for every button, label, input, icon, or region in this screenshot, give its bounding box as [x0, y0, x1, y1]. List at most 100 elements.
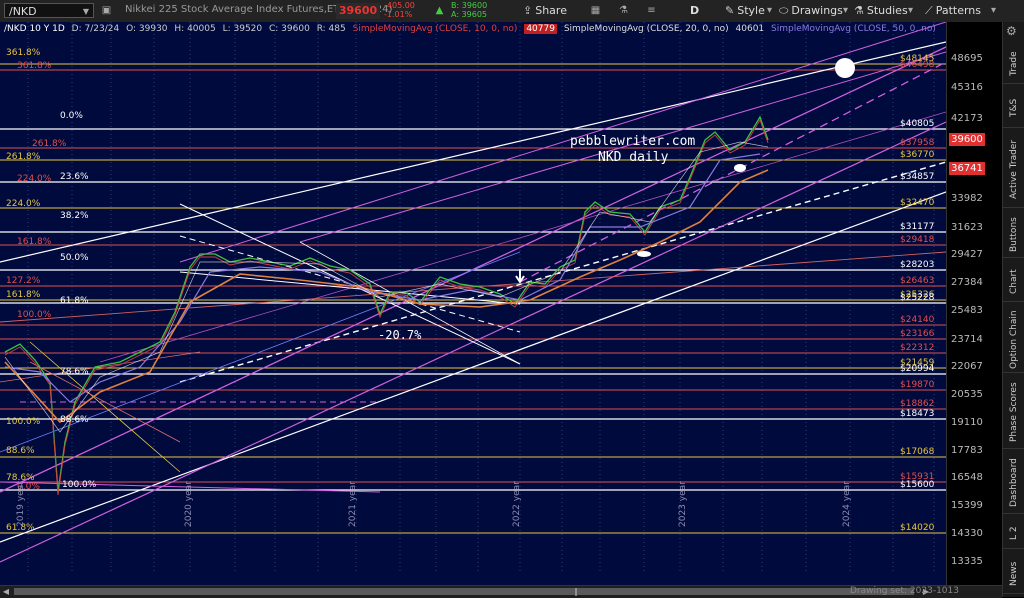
sidebar-tab-option-chain[interactable]: Option Chain — [1003, 307, 1024, 373]
price-tick-15399: 15399 — [951, 500, 983, 511]
style-label: Style — [737, 4, 765, 17]
trend-line — [179, 161, 946, 383]
drawing-set-label: Drawing set: 2023-1013 — [850, 586, 959, 596]
trend-line — [0, 251, 946, 323]
scroll-left-icon[interactable]: ◀ — [0, 586, 12, 597]
price-tick-13335: 13335 — [951, 556, 983, 567]
drawings-caret-icon[interactable]: ▾ — [838, 3, 853, 18]
price-tick-48695: 48695 — [951, 53, 983, 64]
price-tick-17783: 17783 — [951, 445, 983, 456]
chart-toolbar: /NKD ▼ ▣ Nikkei 225 Stock Average Index F… — [0, 0, 1024, 23]
last-price: 39600 — [336, 3, 380, 19]
chart-drawing — [0, 22, 946, 572]
marker-ellipse — [734, 164, 746, 172]
sidebar-tab-buttons[interactable]: Buttons — [1003, 212, 1024, 258]
share-icon: ⇪ — [523, 4, 533, 17]
level-label: $29418 — [900, 235, 935, 245]
sidebar-tab-t-s[interactable]: T&S — [1003, 88, 1024, 128]
sidebar-tab-l-2[interactable]: L 2 — [1003, 519, 1024, 549]
legend-close: C: 39600 — [269, 24, 310, 34]
level-label: $40805 — [900, 119, 935, 129]
level-label: $34857 — [900, 172, 935, 182]
legend-header: /NKD 10 Y 1D — [4, 24, 65, 34]
price-tick-25483: 25483 — [951, 305, 983, 316]
sidebar-tab-active-trader[interactable]: Active Trader — [1003, 132, 1024, 208]
fib-label: 23.6% — [60, 172, 89, 182]
patterns-icon: ⟋ — [925, 4, 933, 17]
price-chart[interactable]: $48145 $46498 $40805 $37958 $36770 $34857 $324… — [0, 22, 946, 585]
level-label: $15600 — [900, 480, 935, 490]
patterns-button[interactable]: ⟋ Patterns — [925, 3, 981, 19]
price-candles-down — [4, 118, 769, 496]
fib-label: 0.0% — [60, 111, 83, 121]
sma50-line — [4, 153, 761, 403]
year-label: 2024 year — [842, 481, 852, 527]
more-caret-icon[interactable]: ▾ — [986, 3, 1001, 18]
fib-label: 161.8% — [17, 237, 52, 247]
studies-caret-icon[interactable]: ▾ — [903, 3, 918, 18]
sidebar-tab-phase-scores[interactable]: Phase Scores — [1003, 377, 1024, 449]
fib-label: 361.8% — [6, 48, 41, 58]
legend-sma20: SimpleMovingAvg (CLOSE, 20, 0, no) — [563, 24, 729, 34]
trend-line — [179, 22, 946, 263]
trend-line — [519, 61, 946, 283]
study-legend: /NKD 10 Y 1D D: 7/23/24 O: 39930 H: 4000… — [4, 24, 940, 34]
drawings-button[interactable]: ⬭ Drawings — [779, 3, 843, 19]
grid-icon[interactable]: ▦ — [588, 3, 603, 18]
level-label: $32470 — [900, 198, 935, 208]
level-label: $23166 — [900, 329, 935, 339]
fib-label: 78.6% — [60, 367, 89, 377]
chevron-down-icon: ▼ — [82, 7, 89, 16]
sidebar-tab-dashboard[interactable]: Dashboard — [1003, 452, 1024, 514]
legend-range: R: 485 — [316, 24, 346, 34]
bid: B: 39600 — [451, 1, 488, 10]
fib-label: 100.0% — [6, 417, 41, 427]
flask-icon[interactable]: ⚗ — [616, 3, 631, 18]
studies-button[interactable]: ⚗ Studies — [854, 3, 908, 19]
level-label: $17068 — [900, 447, 935, 457]
level-label: $46498 — [900, 60, 935, 70]
level-label: $37958 — [900, 138, 935, 148]
period-selector[interactable]: D — [690, 3, 699, 19]
sidebar-tab-news[interactable]: News — [1003, 554, 1024, 594]
level-label: $28203 — [900, 260, 935, 270]
fib-label: 261.8% — [6, 152, 41, 162]
sidebar-tab-trade[interactable]: Trade — [1003, 44, 1024, 84]
studies-label: Studies — [866, 4, 908, 17]
share-button[interactable]: ⇪ Share — [523, 3, 567, 19]
gear-icon[interactable]: ⚙ — [1006, 24, 1017, 38]
price-tick-31623: 31623 — [951, 222, 983, 233]
scroll-grip-icon[interactable]: ‖ — [570, 586, 582, 597]
scroll-thumb[interactable] — [14, 588, 914, 595]
level-label: $36770 — [900, 150, 935, 160]
right-sidebar: ⚙ Trade T&S Active Trader Buttons Chart Optio… — [1002, 22, 1024, 597]
legend-high: H: 40005 — [174, 24, 216, 34]
style-button[interactable]: ✎ Style — [725, 3, 765, 19]
change-abs: -405.00 — [384, 1, 415, 10]
level-label: $19870 — [900, 380, 935, 390]
year-label: 2019 year — [16, 481, 26, 527]
fib-label: 61.8% — [60, 296, 89, 306]
price-tick-42173: 42173 — [951, 113, 983, 124]
drawing-tools-icon[interactable]: ≡ — [644, 3, 659, 18]
level-label: $14020 — [900, 523, 935, 533]
fib-label: 224.0% — [6, 199, 41, 209]
price-change: -405.00 -1.01% — [384, 1, 415, 19]
fib-label: 224.0% — [17, 174, 52, 184]
year-label: 2020 year — [184, 481, 194, 527]
symbol-text: /NKD — [9, 5, 37, 18]
price-tick-33982: 33982 — [951, 193, 983, 204]
price-tick-29427: 29427 — [951, 249, 983, 260]
sidebar-tab-chart[interactable]: Chart — [1003, 262, 1024, 302]
price-axis[interactable]: 48695 45316 42173 33982 31623 29427 27384 25483… — [946, 22, 1003, 585]
link-icon[interactable]: ▣ — [99, 3, 114, 18]
fib-label: 88.6% — [6, 446, 35, 456]
style-caret-icon[interactable]: ▾ — [762, 3, 777, 18]
level-label: $20994 — [900, 364, 935, 374]
symbol-selector[interactable]: /NKD ▼ — [4, 3, 94, 18]
price-tick-19110: 19110 — [951, 417, 983, 428]
legend-sma50: SimpleMovingAvg (CLOSE, 50, 0, no) — [771, 24, 936, 34]
target-marker — [835, 58, 855, 78]
watermark-title: NKD daily — [598, 150, 669, 165]
fib-label: 38.2% — [60, 211, 89, 221]
